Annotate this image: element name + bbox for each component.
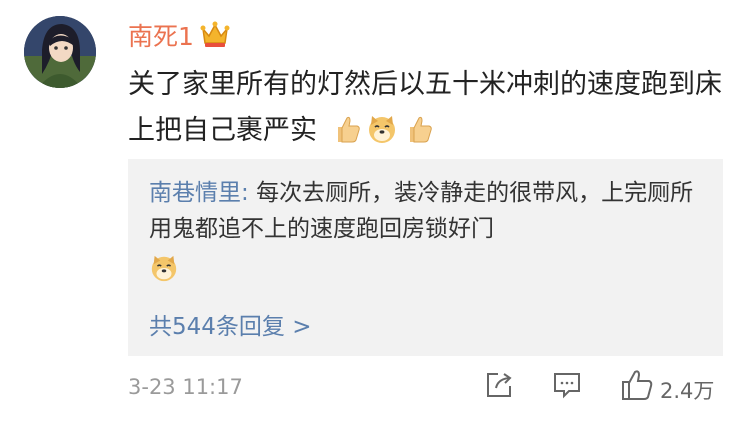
reply-username[interactable]: 南巷情里 bbox=[149, 180, 241, 206]
doge-emoji bbox=[149, 253, 179, 283]
thumbs-up-emoji bbox=[330, 113, 362, 145]
like-count: 2.4万 bbox=[660, 379, 715, 403]
more-replies-link[interactable]: 共544条回复 > bbox=[149, 307, 311, 341]
username[interactable]: 南死1 bbox=[128, 17, 194, 53]
reply-text-block: 南巷情里: 每次去厕所，装冷静走的很带风，上完厕所用鬼都追不上的速度跑回房锁好门 bbox=[149, 175, 709, 247]
share-icon[interactable] bbox=[484, 370, 514, 400]
username-row: 南死1 bbox=[128, 18, 230, 52]
reply-preview[interactable]: 南巷情里: 每次去厕所，装冷静走的很带风，上完厕所用鬼都追不上的速度跑回房锁好门… bbox=[128, 159, 723, 356]
doge-emoji bbox=[366, 113, 398, 145]
crown-icon bbox=[200, 21, 230, 49]
thumbs-up-emoji bbox=[402, 113, 434, 145]
post-timestamp: 3-23 11:17 bbox=[128, 375, 243, 399]
post-content: 关了家里所有的灯然后以五十米冲刺的速度跑到床上把自己裹严实 bbox=[128, 62, 728, 154]
like-icon[interactable] bbox=[620, 368, 654, 402]
reply-separator: : bbox=[241, 180, 257, 206]
avatar[interactable] bbox=[24, 16, 96, 88]
comment-icon[interactable] bbox=[552, 370, 582, 400]
